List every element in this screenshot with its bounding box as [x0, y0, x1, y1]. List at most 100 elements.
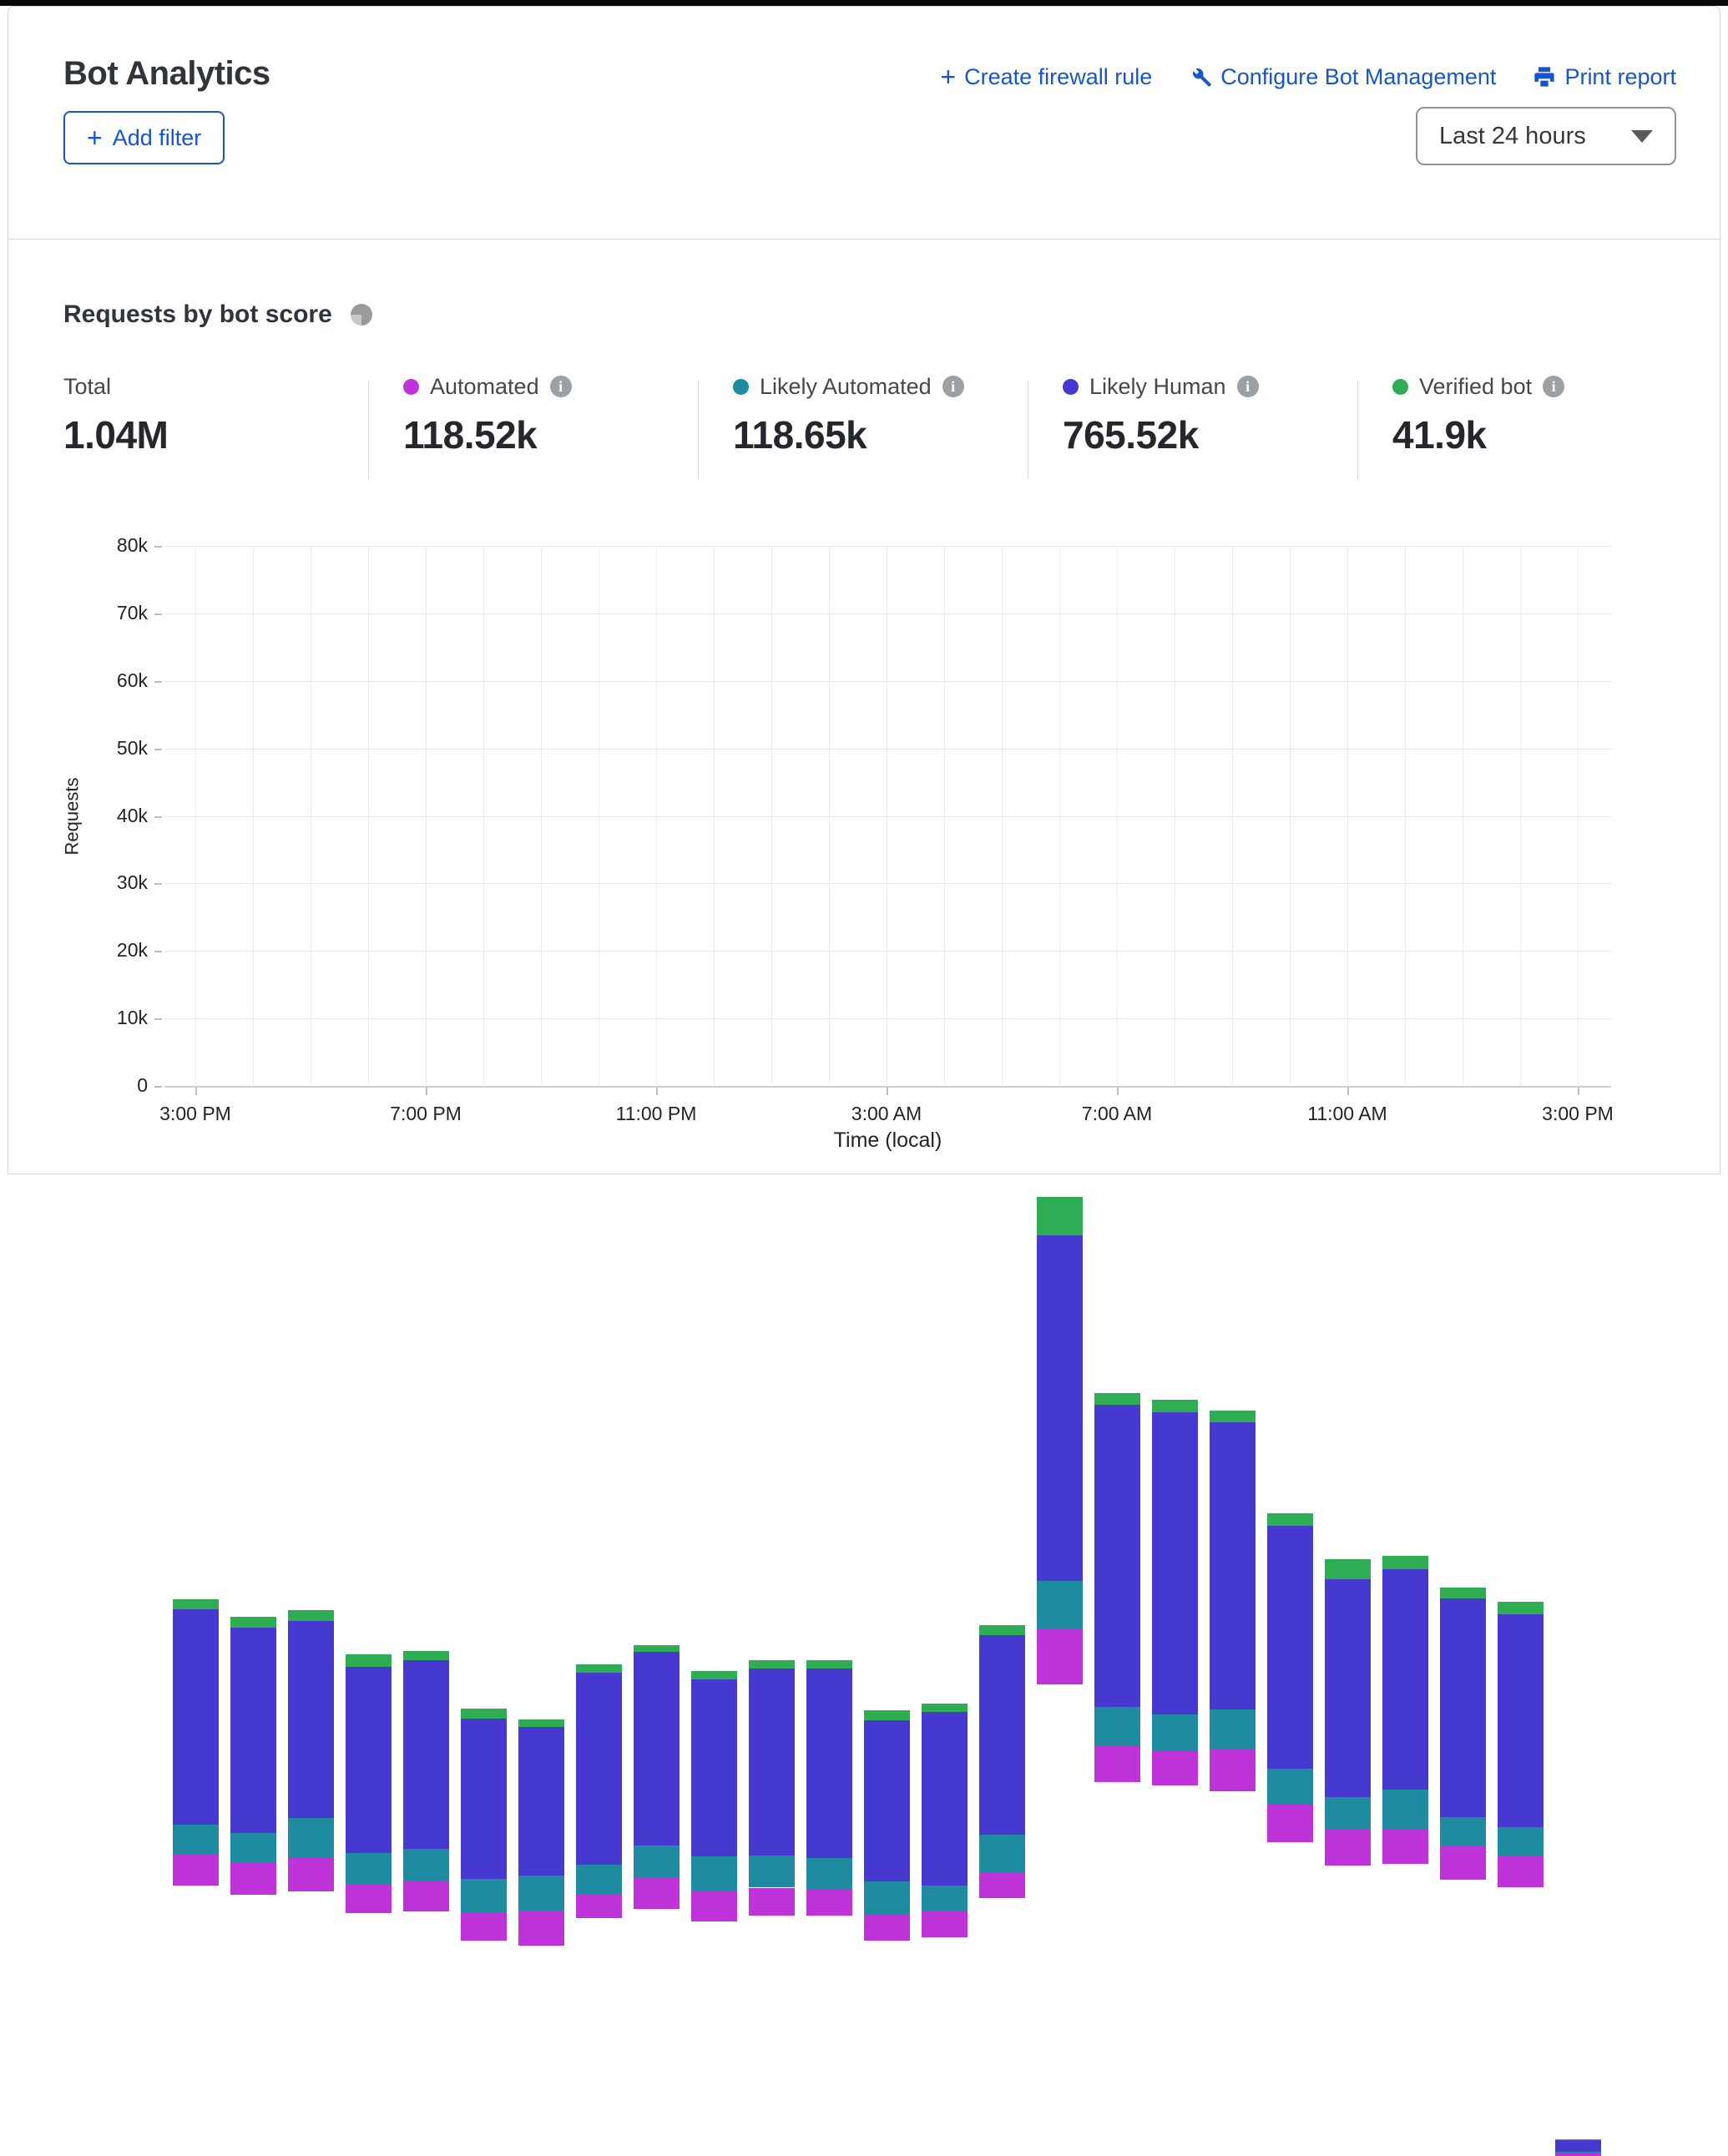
time-range-dropdown[interactable]: Last 24 hours: [1416, 107, 1676, 165]
stacked-bar-7-00-pm[interactable]: [403, 826, 449, 1086]
bar-segment-verified-bot: [806, 1660, 852, 1669]
bar-segment-likely-automated: [806, 1858, 852, 1889]
stat-value: 765.52k: [1063, 412, 1259, 457]
bar-segment-likely-automated: [1498, 1827, 1544, 1857]
stacked-bar-8-00-pm[interactable]: [461, 855, 507, 1086]
bar-segment-automated: [518, 1911, 564, 1946]
stat-separator: [698, 381, 699, 479]
stacked-bar-4-00-am[interactable]: [922, 851, 968, 1086]
bar-segment-verified-bot: [1094, 1393, 1140, 1406]
bar-segment-verified-bot: [1498, 1602, 1544, 1614]
create-firewall-rule-link[interactable]: + Create firewall rule: [940, 63, 1152, 90]
bar-segment-likely-human: [1498, 1614, 1544, 1827]
bar-segment-automated: [1555, 2153, 1601, 2155]
stacked-bar-2-00-am[interactable]: [806, 830, 852, 1086]
configure-bot-management-link[interactable]: Configure Bot Management: [1189, 64, 1496, 90]
bar-segment-likely-automated: [1267, 1769, 1313, 1805]
bar-segment-likely-automated: [1440, 1817, 1486, 1847]
bar-segment-likely-human: [634, 1652, 680, 1845]
bar-segment-likely-human: [691, 1679, 737, 1857]
legend-dot: [403, 379, 419, 395]
bar-segment-verified-bot: [1267, 1513, 1313, 1526]
bar-segment-verified-bot: [1210, 1411, 1256, 1423]
stacked-bar-5-00-am[interactable]: [979, 812, 1025, 1086]
info-icon[interactable]: i: [1237, 376, 1259, 397]
stat-value: 1.04M: [63, 412, 168, 457]
add-filter-button[interactable]: + Add filter: [63, 111, 225, 164]
bar-segment-likely-human: [230, 1628, 276, 1833]
stacked-bar-3-00-am[interactable]: [864, 855, 910, 1086]
info-icon[interactable]: i: [1543, 376, 1564, 397]
info-icon[interactable]: i: [942, 376, 964, 397]
stacked-bar-1-00-pm[interactable]: [1440, 794, 1486, 1086]
stacked-bar-5-00-pm[interactable]: [288, 805, 334, 1086]
bar-segment-likely-human: [1382, 1569, 1428, 1790]
stacked-bar-1-00-am[interactable]: [749, 830, 795, 1086]
bar-segment-likely-automated: [461, 1879, 507, 1912]
stacked-bar-10-00-pm[interactable]: [576, 832, 622, 1086]
stat-label: Automated: [430, 374, 539, 400]
bar-segment-automated: [691, 1891, 737, 1921]
bar-segment-likely-automated: [864, 1881, 910, 1914]
bar-segment-automated: [979, 1873, 1025, 1899]
stacked-bar-9-00-pm[interactable]: [518, 860, 564, 1086]
stacked-bar-9-00-am[interactable]: [1210, 705, 1256, 1086]
chevron-down-icon: [1631, 130, 1653, 143]
bar-segment-automated: [806, 1889, 852, 1916]
bar-segment-likely-human: [518, 1727, 564, 1876]
bar-segment-likely-automated: [634, 1845, 680, 1877]
bar-segment-likely-automated: [173, 1825, 219, 1855]
bar-segment-automated: [634, 1877, 680, 1908]
stacked-bar-6-00-pm[interactable]: [346, 827, 392, 1086]
bar-segment-likely-automated: [1325, 1797, 1371, 1830]
stacked-bar-3-00-pm[interactable]: [173, 800, 219, 1086]
header-divider: [8, 239, 1720, 240]
stacked-bar-12-00-am[interactable]: [691, 836, 737, 1086]
bar-segment-automated: [1382, 1829, 1428, 1864]
bar-segment-automated: [461, 1912, 507, 1941]
info-icon[interactable]: i: [550, 376, 572, 397]
wrench-icon: [1189, 65, 1212, 88]
bar-segment-likely-automated: [1152, 1714, 1198, 1751]
stats-row: Total1.04MAutomatedi118.52kLikely Automa…: [8, 372, 1721, 481]
configure-bot-management-label: Configure Bot Management: [1220, 64, 1496, 90]
bar-segment-verified-bot: [922, 1704, 968, 1713]
bar-segment-automated: [1094, 1746, 1140, 1782]
stacked-bar-2-00-pm[interactable]: [1498, 801, 1544, 1086]
bar-segment-automated: [864, 1914, 910, 1941]
stacked-bar-12-00-pm[interactable]: [1382, 778, 1428, 1086]
stacked-bar-7-00-am[interactable]: [1094, 696, 1140, 1086]
stat-separator: [1357, 381, 1358, 479]
create-firewall-rule-label: Create firewall rule: [964, 64, 1152, 90]
stat-value: 41.9k: [1392, 412, 1564, 457]
bar-segment-likely-automated: [922, 1886, 968, 1911]
bar-segment-likely-automated: [691, 1856, 737, 1890]
stat-label: Verified bot: [1419, 374, 1532, 400]
bar-segment-likely-automated: [749, 1856, 795, 1887]
bar-segment-automated: [1267, 1805, 1313, 1842]
stacked-bar-11-00-pm[interactable]: [634, 823, 680, 1086]
window-top-edge: [0, 0, 1728, 6]
bar-segment-likely-automated: [288, 1818, 334, 1858]
bar-segment-verified-bot: [230, 1617, 276, 1628]
stacked-bar-8-00-am[interactable]: [1152, 699, 1198, 1086]
bar-segment-verified-bot: [691, 1671, 737, 1679]
bar-segment-automated: [922, 1911, 968, 1937]
plus-icon: +: [87, 124, 103, 151]
stacked-bar-11-00-am[interactable]: [1325, 780, 1371, 1086]
bar-segment-verified-bot: [403, 1651, 449, 1660]
bar-segment-likely-automated: [230, 1833, 276, 1863]
bar-segment-likely-human: [749, 1669, 795, 1856]
section-title: Requests by bot score: [63, 300, 332, 329]
stacked-bar-4-00-pm[interactable]: [230, 809, 276, 1086]
plus-icon: +: [940, 63, 956, 90]
bar-segment-automated: [346, 1884, 392, 1913]
bar-segment-verified-bot: [461, 1709, 507, 1718]
stacked-bar-6-00-am[interactable]: [1037, 598, 1083, 1086]
stacked-bar-10-00-am[interactable]: [1267, 756, 1313, 1086]
bar-segment-automated: [576, 1894, 622, 1918]
bar-segment-verified-bot: [634, 1645, 680, 1652]
stacked-bar-3-00-pm[interactable]: [1555, 1070, 1601, 1086]
print-report-link[interactable]: Print report: [1533, 64, 1676, 90]
bar-segment-likely-human: [346, 1667, 392, 1853]
